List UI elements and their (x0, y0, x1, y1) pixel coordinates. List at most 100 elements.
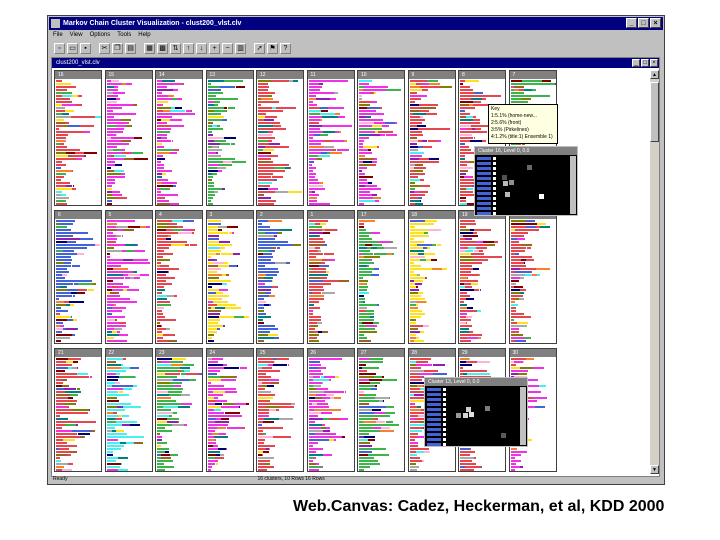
session-stripes (460, 220, 504, 342)
arrow-down-icon[interactable]: ↓ (196, 42, 207, 54)
toolbar: ▫ ▭ ▪ ✂ ❐ ▤ ▦ ▩ ⇅ ↑ ↓ + − ▥ ➚ ⚑ ? (50, 41, 662, 55)
copy-icon[interactable]: ❐ (112, 42, 123, 54)
cluster-label: 12 (257, 71, 303, 79)
popup-scrollbar[interactable] (520, 387, 526, 445)
session-stripes (157, 358, 202, 471)
cluster-panel[interactable]: 3 (205, 210, 254, 344)
session-stripes (258, 220, 302, 342)
cluster-label: 11 (307, 71, 354, 79)
flag-icon[interactable]: ⚑ (267, 42, 278, 54)
pointer-icon[interactable]: ➚ (254, 42, 265, 54)
cluster-label: 10 (358, 71, 404, 79)
menu-bar: File View Options Tools Help (50, 30, 662, 40)
cut-icon[interactable]: ✂ (99, 42, 110, 54)
session-stripes (258, 80, 302, 205)
cluster-panel[interactable]: 13 (205, 70, 254, 206)
session-stripes (106, 220, 151, 342)
popup-scrollbar[interactable] (570, 156, 576, 214)
cluster-panel[interactable]: 23 (155, 348, 203, 472)
popup-title: Cluster 16, Level 0, 0.0 (475, 147, 577, 155)
zoom-out-icon[interactable]: − (222, 42, 233, 54)
cluster-panel[interactable]: 26 (306, 348, 355, 472)
session-stripes (207, 358, 252, 471)
minimize-button[interactable]: _ (626, 18, 637, 28)
tooltip-line: 1:5.1% (home-new... (491, 113, 537, 119)
vertical-scrollbar[interactable]: ▲ ▼ (650, 70, 659, 474)
layout-icon[interactable]: ▦ (144, 42, 155, 54)
toolbar-separator (93, 43, 97, 54)
session-stripes (359, 80, 403, 205)
popup-title: Cluster 13, Level 0, 0.0 (425, 378, 527, 386)
chart-icon[interactable]: ▥ (235, 42, 246, 54)
sort-icon[interactable]: ⇅ (170, 42, 181, 54)
cluster-document-window: clust200_vlst.clv _ □ × 16 15 14 13 12 11 10 9 8… (51, 57, 660, 477)
cluster-label: 16 (55, 71, 101, 79)
cluster-label: 9 (408, 71, 455, 79)
cluster-label: 2 (257, 211, 303, 219)
cluster-panel[interactable]: 27 (357, 348, 405, 472)
session-stripes (409, 80, 454, 205)
cluster-detail-popup[interactable]: Cluster 13, Level 0, 0.0 (424, 377, 528, 447)
help-icon[interactable]: ? (280, 42, 291, 54)
cluster-panel[interactable]: 25 (256, 348, 304, 472)
paste-icon[interactable]: ▤ (125, 42, 136, 54)
session-stripes (56, 80, 101, 205)
menu-options[interactable]: Options (90, 30, 111, 40)
cluster-panel[interactable]: 18 (407, 210, 456, 344)
tooltip-line: 4:1.2% (title:1) Ensemble 1) (491, 134, 553, 140)
cluster-panel[interactable]: 11 (306, 70, 355, 206)
doc-maximize-button[interactable]: □ (641, 59, 649, 67)
cluster-label: 7 (509, 71, 556, 79)
session-stripes (157, 220, 201, 342)
menu-tools[interactable]: Tools (117, 30, 131, 40)
cluster-panel[interactable]: 6 (54, 210, 102, 344)
cluster-panel[interactable]: 12 (256, 70, 304, 206)
cluster-panel[interactable]: 5 (104, 210, 153, 344)
cluster-panel[interactable]: 15 (104, 70, 153, 206)
cluster-panel[interactable]: 24 (205, 348, 254, 472)
menu-file[interactable]: File (53, 30, 63, 40)
arrow-up-icon[interactable]: ↑ (183, 42, 194, 54)
cluster-panel[interactable]: 1 (306, 210, 355, 344)
document-title: clust200_vlst.clv (56, 60, 100, 66)
cluster-label: 18 (408, 211, 455, 219)
doc-minimize-button[interactable]: _ (632, 59, 640, 67)
cluster-panel[interactable]: 10 (357, 70, 405, 206)
doc-close-button[interactable]: × (650, 59, 658, 67)
cluster-panel[interactable]: 17 (357, 210, 405, 344)
cluster-panel[interactable]: 22 (104, 348, 153, 472)
session-stripes (106, 80, 151, 205)
cluster-detail-popup[interactable]: Cluster 16, Level 0, 0.0 (474, 146, 578, 216)
cluster-panel[interactable]: 2 (256, 210, 304, 344)
cluster-panel[interactable]: 9 (407, 70, 456, 206)
new-file-icon[interactable]: ▫ (54, 42, 65, 54)
save-icon[interactable]: ▪ (80, 42, 91, 54)
cluster-panel[interactable]: 14 (155, 70, 203, 206)
open-folder-icon[interactable]: ▭ (67, 42, 78, 54)
cluster-label: 15 (105, 71, 152, 79)
session-stripes (308, 80, 353, 205)
grid-icon[interactable]: ▩ (157, 42, 168, 54)
scroll-down-icon[interactable]: ▼ (650, 465, 659, 474)
app-icon (51, 19, 60, 28)
cluster-panel[interactable]: 16 (54, 70, 102, 206)
window-title: Markov Chain Cluster Visualization - clu… (63, 20, 242, 27)
scroll-up-icon[interactable]: ▲ (650, 70, 659, 79)
maximize-button[interactable]: □ (638, 18, 649, 28)
menu-view[interactable]: View (70, 30, 83, 40)
cluster-label: 26 (307, 349, 354, 357)
cluster-panel[interactable]: 4 (155, 210, 203, 344)
cluster-panel[interactable]: 21 (54, 348, 102, 472)
close-button[interactable]: × (650, 18, 661, 28)
cluster-panel[interactable]: 19 (458, 210, 506, 344)
zoom-in-icon[interactable]: + (209, 42, 220, 54)
transition-matrix (477, 157, 569, 215)
cluster-panel[interactable]: 20 (508, 210, 557, 344)
cluster-label: 4 (156, 211, 202, 219)
scrollbar-thumb[interactable] (650, 82, 659, 142)
menu-help[interactable]: Help (138, 30, 150, 40)
cluster-label: 17 (358, 211, 404, 219)
title-bar: Markov Chain Cluster Visualization - clu… (49, 17, 663, 30)
tooltip-line: 3:5% (Pirkelines) (491, 127, 529, 133)
tooltip-line: 2:5.6% (front) (491, 120, 522, 126)
